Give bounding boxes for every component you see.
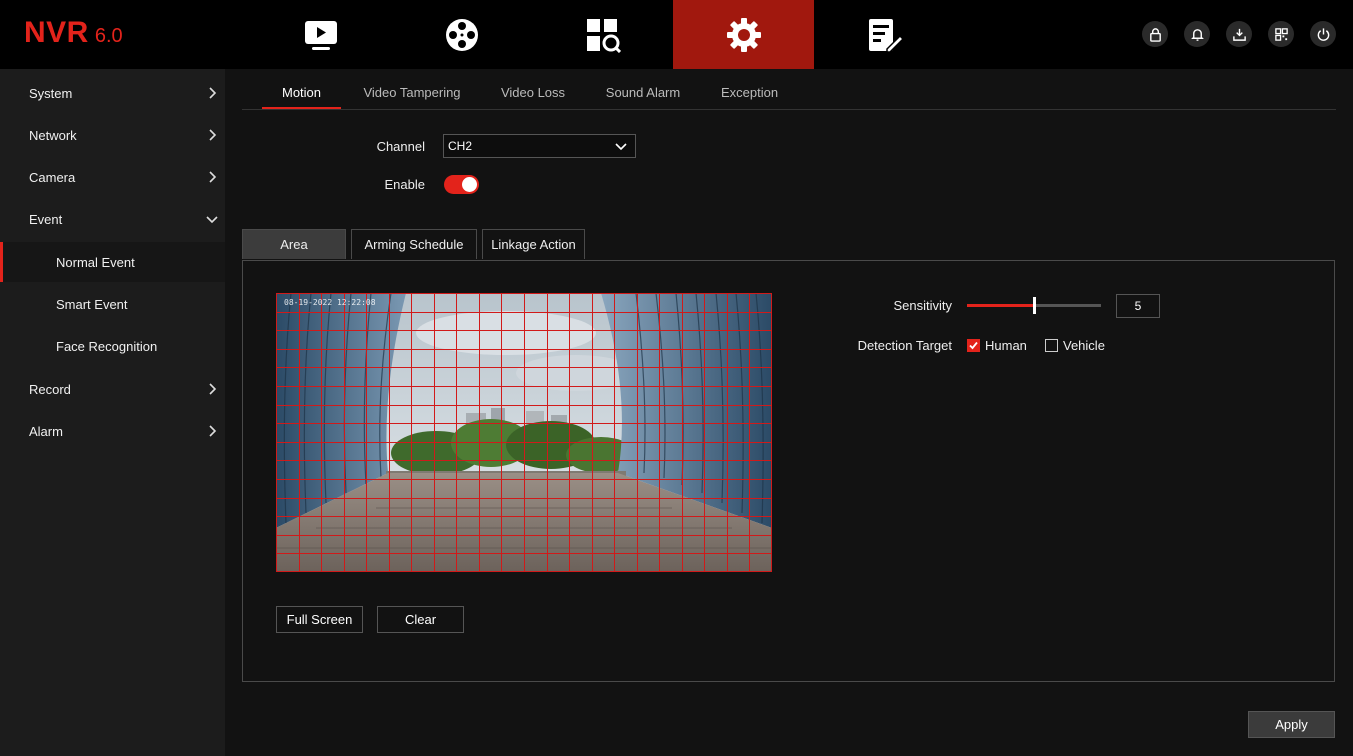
chevron-right-icon xyxy=(209,129,217,141)
checkmark-icon xyxy=(969,341,978,350)
enable-toggle[interactable] xyxy=(444,175,479,194)
sidebar-item-system[interactable]: System xyxy=(0,73,225,113)
brand-name: NVR xyxy=(24,16,89,49)
sidebar-item-record[interactable]: Record xyxy=(0,369,225,409)
sidebar-item-label: Alarm xyxy=(29,423,63,439)
nav-film-button[interactable] xyxy=(391,0,532,69)
chevron-right-icon xyxy=(209,87,217,99)
bell-icon xyxy=(1190,28,1204,41)
sidebar-item-event[interactable]: Event xyxy=(0,199,225,239)
channel-select[interactable]: CH2 xyxy=(443,134,636,158)
top-bar: NVR 6.0 xyxy=(0,0,1353,69)
motion-detection-grid[interactable] xyxy=(276,293,772,572)
chevron-right-icon xyxy=(209,171,217,183)
subtab-arming-schedule[interactable]: Arming Schedule xyxy=(351,229,477,259)
detection-target-label: Detection Target xyxy=(857,338,952,353)
nav-settings-button[interactable] xyxy=(673,0,814,69)
sidebar-item-network[interactable]: Network xyxy=(0,115,225,155)
brand-version: 6.0 xyxy=(94,25,123,47)
power-button[interactable] xyxy=(1310,21,1336,47)
chevron-right-icon xyxy=(209,383,217,395)
sidebar-item-smart-event[interactable]: Smart Event xyxy=(0,284,225,324)
qr-code-icon xyxy=(1274,27,1288,41)
sidebar-item-label: Camera xyxy=(29,169,76,185)
chevron-right-icon xyxy=(209,425,217,437)
sidebar-item-label: System xyxy=(29,85,73,101)
lock-button[interactable] xyxy=(1142,21,1168,47)
vehicle-label: Vehicle xyxy=(1063,338,1105,353)
film-reel-icon xyxy=(445,18,478,51)
event-tabs: Motion Video Tampering Video Loss Sound … xyxy=(242,77,1336,110)
sidebar-item-face-recognition[interactable]: Face Recognition xyxy=(0,326,225,366)
nav-search-button[interactable] xyxy=(532,0,673,69)
tab-exception[interactable]: Exception xyxy=(713,77,786,108)
human-label: Human xyxy=(985,338,1027,353)
enable-label: Enable xyxy=(384,177,425,192)
search-grid-icon xyxy=(586,18,621,53)
sidebar-item-camera[interactable]: Camera xyxy=(0,157,225,197)
gear-icon xyxy=(726,17,761,52)
subtab-area[interactable]: Area xyxy=(242,229,346,259)
sidebar-item-label: Face Recognition xyxy=(56,338,158,354)
sidebar-item-label: Record xyxy=(29,381,71,397)
sensitivity-label: Sensitivity xyxy=(893,298,952,313)
playback-icon xyxy=(304,20,337,50)
chevron-down-icon xyxy=(206,216,218,224)
sidebar-item-normal-event[interactable]: Normal Event xyxy=(0,242,225,282)
vehicle-checkbox[interactable] xyxy=(1045,339,1058,352)
tab-motion[interactable]: Motion xyxy=(262,77,341,109)
qr-code-button[interactable] xyxy=(1268,21,1294,47)
channel-label: Channel xyxy=(376,139,425,154)
sensitivity-slider[interactable] xyxy=(967,297,1101,314)
lock-icon xyxy=(1149,27,1161,42)
sidebar-item-label: Smart Event xyxy=(56,296,128,312)
tab-video-tampering[interactable]: Video Tampering xyxy=(357,77,467,108)
sensitivity-slider-thumb[interactable] xyxy=(1033,297,1036,314)
osd-timestamp: 08-19-2022 12:22:08 xyxy=(284,298,376,307)
logo: NVR 6.0 xyxy=(24,16,123,52)
chevron-down-icon xyxy=(615,143,627,151)
download-button[interactable] xyxy=(1226,21,1252,47)
toggle-knob xyxy=(462,177,477,192)
sidebar-item-alarm[interactable]: Alarm xyxy=(0,411,225,451)
apply-button[interactable]: Apply xyxy=(1248,711,1335,738)
motion-area-video[interactable]: 08-19-2022 12:22:08 xyxy=(276,293,772,572)
download-icon xyxy=(1232,28,1246,41)
power-icon xyxy=(1317,27,1329,41)
notes-tool-icon xyxy=(868,18,903,53)
nav-playback-button[interactable] xyxy=(250,0,391,69)
full-screen-button[interactable]: Full Screen xyxy=(276,606,363,633)
clear-button[interactable]: Clear xyxy=(377,606,464,633)
subtab-linkage-action[interactable]: Linkage Action xyxy=(482,229,585,259)
channel-value: CH2 xyxy=(448,139,473,153)
sensitivity-value[interactable]: 5 xyxy=(1116,294,1160,318)
notifications-button[interactable] xyxy=(1184,21,1210,47)
sidebar-item-label: Normal Event xyxy=(56,254,135,270)
nav-maintenance-button[interactable] xyxy=(814,0,955,69)
sidebar-item-label: Event xyxy=(29,211,63,227)
sidebar-item-label: Network xyxy=(29,127,77,143)
tab-video-loss[interactable]: Video Loss xyxy=(493,77,573,108)
tab-sound-alarm[interactable]: Sound Alarm xyxy=(599,77,687,108)
sensitivity-slider-fill xyxy=(967,304,1034,307)
human-checkbox[interactable] xyxy=(967,339,980,352)
sidebar: System Network Camera Event Normal Event… xyxy=(0,69,225,756)
